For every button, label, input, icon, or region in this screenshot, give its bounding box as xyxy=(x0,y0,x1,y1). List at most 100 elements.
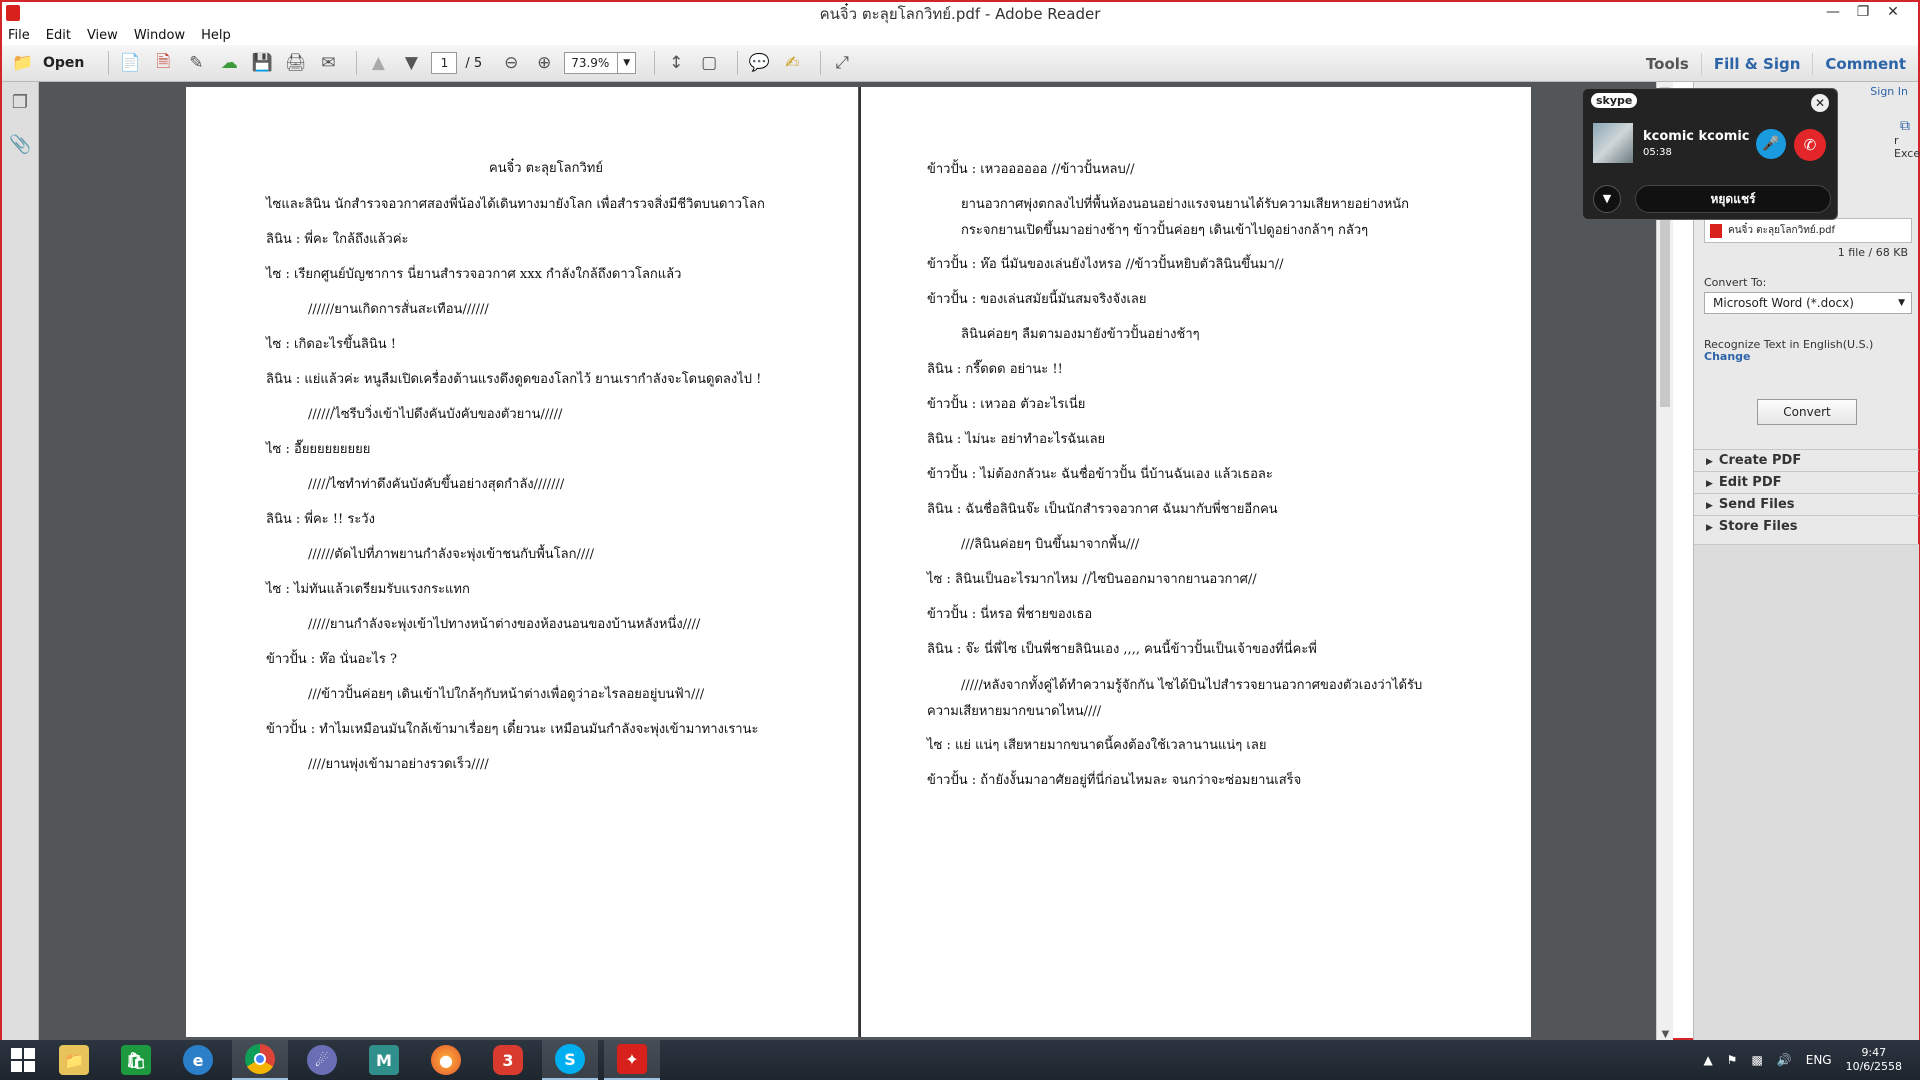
text-line: ไซ : เรียกศูนย์บัญชาการ นี่ยานสำรวจอวกาศ… xyxy=(266,267,682,282)
text-line: ไซ : ลินินเป็นอะไรมากไหม //ไซบินออกมาจาก… xyxy=(927,572,1257,587)
taskbar-store[interactable]: 🛍 xyxy=(108,1040,164,1080)
text-line: ไซ : เกิดอะไรขึ้นลินิน ! xyxy=(266,337,396,352)
comment-button[interactable]: Comment xyxy=(1812,52,1918,75)
firefox-icon: ● xyxy=(431,1045,461,1075)
sign-in-link[interactable]: Sign In xyxy=(1870,85,1908,98)
file-name: คนจิ๋ว ตะลุยโลกวิทย์.pdf xyxy=(1728,225,1836,236)
caller-name: kcomic kcomic xyxy=(1643,129,1750,144)
copy-icon[interactable]: ⧉ xyxy=(1900,118,1910,134)
text-line: ลินินค่อยๆ ลืมตามองมายังข้าวปั้นอย่างช้า… xyxy=(961,327,1200,342)
page-total: / 5 xyxy=(465,55,483,71)
input-language[interactable]: ENG xyxy=(1806,1053,1832,1067)
open-button[interactable]: Open xyxy=(43,55,84,71)
upload-cloud-icon[interactable]: ☁ xyxy=(216,50,242,76)
taskbar-file-explorer[interactable]: 📁 xyxy=(46,1040,102,1080)
adobe-reader-app-icon[interactable] xyxy=(6,5,20,21)
sticky-note-icon[interactable]: 💬 xyxy=(746,50,772,76)
fullscreen-icon[interactable]: ⤢ xyxy=(829,50,855,76)
toolbar: 📁 Open 📄 🗎 ✎ ☁ 💾 🖨 ✉ ▲ ▼ 1 / 5 ⊖ ⊕ 73.9%… xyxy=(2,45,1918,82)
convert-button[interactable]: Convert xyxy=(1757,399,1857,425)
edit-pdf-section[interactable]: ▶ Edit PDF xyxy=(1694,471,1919,493)
export-pdf-icon[interactable]: 🗎 xyxy=(150,50,176,76)
next-page-icon[interactable]: ▼ xyxy=(398,50,424,76)
text-line: //////ไซรีบวิ่งเข้าไปดึงคันบังคับของตัวย… xyxy=(308,407,563,422)
expand-arrow-icon: ▶ xyxy=(1706,457,1713,467)
microphone-icon[interactable]: 🎤 xyxy=(1756,129,1786,159)
section-label: Send Files xyxy=(1718,497,1795,512)
save-icon[interactable]: 💾 xyxy=(249,50,275,76)
scroll-mode-icon[interactable]: ↕ xyxy=(663,50,689,76)
stop-sharing-button[interactable]: หยุดแชร์ xyxy=(1635,185,1831,213)
text-line: ยานอวกาศพุ่งตกลงไปที่พื้นห้องนอนอย่างแรง… xyxy=(961,197,1410,212)
zoom-level-input[interactable]: 73.9% xyxy=(564,52,619,74)
document-view[interactable]: คนจิ๋ว ตะลุยโลกวิทย์ ไซและลินิน นักสำรวจ… xyxy=(39,82,1673,1042)
clock[interactable]: 9:47 10/6/2558 xyxy=(1846,1046,1902,1074)
volume-icon[interactable]: 🔊 xyxy=(1777,1053,1792,1067)
text-line: ไซ : แย่ แน่ๆ เสียหายมากขนาดนี้คงต้องใช้… xyxy=(927,738,1267,753)
start-button[interactable] xyxy=(0,1040,46,1080)
vertical-scrollbar[interactable]: ▼ xyxy=(1656,82,1673,1042)
change-language-link[interactable]: Change xyxy=(1704,350,1751,363)
text-line: /////ไซทำท่าดึงคันบังคับขึ้นอย่างสุดกำลั… xyxy=(308,477,565,492)
open-folder-icon[interactable]: 📁 xyxy=(10,50,36,76)
taskbar-chrome[interactable] xyxy=(232,1040,288,1080)
text-line: ข้าวปั้น : เหวออออออ //ข้าวปั้นหลบ// xyxy=(927,162,1135,177)
tools-button[interactable]: Tools xyxy=(1634,53,1701,75)
close-icon[interactable]: ✕ xyxy=(1811,94,1829,112)
taskbar-adobe-reader[interactable]: ✦ xyxy=(604,1040,660,1080)
taskbar-skype[interactable]: S xyxy=(542,1040,598,1080)
text-line: ลินิน : ฉันชื่อลินินจ๊ะ เป็นนักสำรวจอวกา… xyxy=(927,502,1278,517)
create-pdf-section[interactable]: ▶ Create PDF xyxy=(1694,449,1919,471)
taskbar-firefox[interactable]: ● xyxy=(418,1040,474,1080)
zoom-dropdown-icon[interactable]: ▼ xyxy=(618,52,637,74)
taskbar-media-player[interactable]: ☄ xyxy=(294,1040,350,1080)
create-pdf-icon[interactable]: 📄 xyxy=(117,50,143,76)
edit-pdf-icon[interactable]: ✎ xyxy=(183,50,209,76)
toolbar-separator xyxy=(108,51,110,75)
menu-file[interactable]: File xyxy=(8,28,30,43)
taskbar-app-3[interactable]: 3 xyxy=(480,1040,536,1080)
taskbar-maya[interactable]: M xyxy=(356,1040,412,1080)
chrome-icon xyxy=(245,1044,275,1074)
selected-file[interactable]: คนจิ๋ว ตะลุยโลกวิทย์.pdf xyxy=(1704,218,1912,243)
section-label: Create PDF xyxy=(1718,453,1802,468)
menu-help[interactable]: Help xyxy=(201,28,231,43)
highlight-icon[interactable]: ✍ xyxy=(779,50,805,76)
text-line: //////ตัดไปที่ภาพยานกำลังจะพุ่งเข้าชนกับ… xyxy=(308,547,595,562)
hang-up-icon[interactable]: ✆ xyxy=(1794,129,1826,161)
menu-view[interactable]: View xyxy=(87,28,118,43)
text-line: ข้าวปั้น : เหวออ ตัวอะไรเนี่ย xyxy=(927,397,1086,412)
send-files-section[interactable]: ▶ Send Files xyxy=(1694,493,1919,515)
page-number-input[interactable]: 1 xyxy=(431,52,458,74)
close-icon[interactable]: ✕ xyxy=(1878,2,1908,22)
convert-format-select[interactable]: Microsoft Word (*.docx) ▼ xyxy=(1704,292,1912,314)
document-heading: คนจิ๋ว ตะลุยโลกวิทย์ xyxy=(489,161,603,176)
chevron-down-icon: ▼ xyxy=(1898,298,1905,308)
network-icon[interactable]: ▩ xyxy=(1751,1053,1762,1067)
fit-page-icon[interactable]: ▢ xyxy=(696,50,722,76)
text-line: ไซ : อื๊ยยยยยยยยย xyxy=(266,442,371,457)
email-icon[interactable]: ✉ xyxy=(315,50,341,76)
text-line: ข้าวปั้น : ถ้ายังงั้นมาอาศัยอยู่ที่นี่ก่… xyxy=(927,773,1302,788)
menu-edit[interactable]: Edit xyxy=(46,28,71,43)
menu-window[interactable]: Window xyxy=(134,28,185,43)
store-files-section[interactable]: ▶ Store Files xyxy=(1694,515,1919,537)
show-hidden-icons-icon[interactable]: ▲ xyxy=(1703,1053,1712,1067)
toolbar-separator xyxy=(356,51,358,75)
minimize-icon[interactable]: — xyxy=(1818,2,1848,22)
pdf-page: ข้าวปั้น : เหวออออออ //ข้าวปั้นหลบ// ยาน… xyxy=(859,87,1531,1037)
text-line: ลินิน : พี่คะ !! ระวัง xyxy=(266,512,375,527)
attachments-icon[interactable]: 📎 xyxy=(9,134,31,158)
print-icon[interactable]: 🖨 xyxy=(282,50,308,76)
zoom-out-icon[interactable]: ⊖ xyxy=(498,50,524,76)
previous-page-icon[interactable]: ▲ xyxy=(365,50,391,76)
fill-sign-button[interactable]: Fill & Sign xyxy=(1700,52,1813,75)
restore-icon[interactable]: ❐ xyxy=(1848,2,1878,22)
taskbar-internet-explorer[interactable]: e xyxy=(170,1040,226,1080)
text-line: กระจกยานเปิดขึ้นมาอย่างช้าๆ ข้าวปั้นค่อย… xyxy=(961,223,1369,238)
scroll-down-icon[interactable]: ▼ xyxy=(1657,1029,1673,1040)
chevron-down-icon[interactable]: ▼ xyxy=(1593,185,1621,213)
action-center-flag-icon[interactable]: ⚑ xyxy=(1727,1053,1738,1067)
zoom-in-icon[interactable]: ⊕ xyxy=(531,50,557,76)
page-thumbnails-icon[interactable]: ❐ xyxy=(9,92,31,116)
